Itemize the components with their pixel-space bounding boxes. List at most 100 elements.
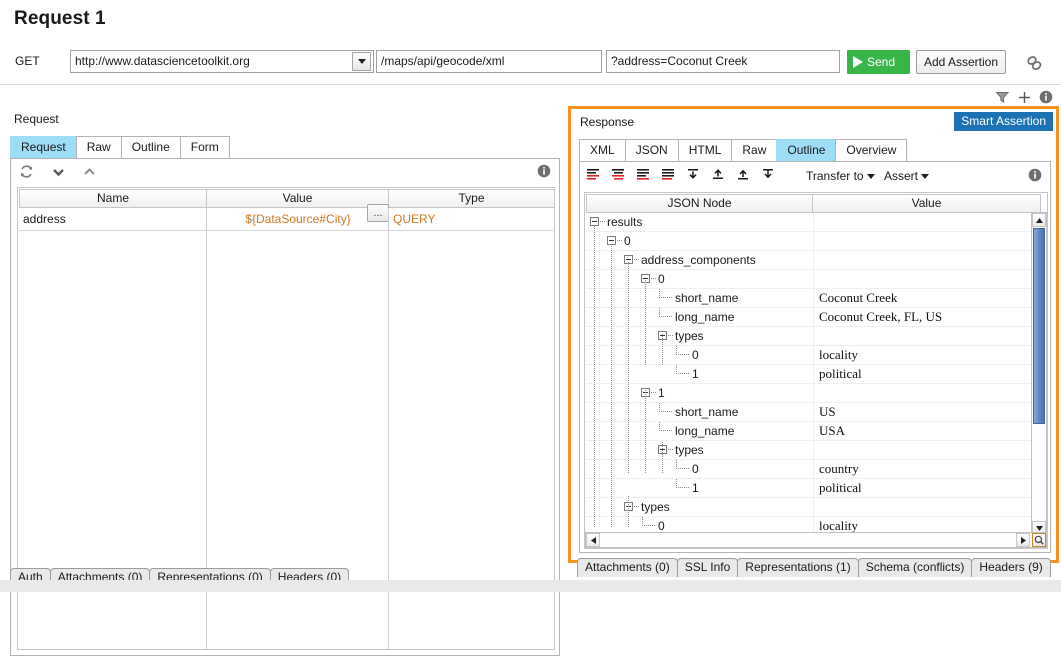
tree-value-cell[interactable]: political	[813, 365, 1041, 383]
column-header-value[interactable]: Value	[813, 194, 1041, 213]
tree-node-cell[interactable]: types	[586, 327, 813, 345]
tree-node-cell[interactable]: 0	[586, 346, 813, 364]
tree-node-cell[interactable]: types	[586, 441, 813, 459]
tree-node-cell[interactable]: results	[586, 213, 813, 231]
scroll-up-button[interactable]	[1032, 213, 1046, 227]
response-info-icon[interactable]	[1028, 168, 1042, 182]
tree-row[interactable]: types	[586, 327, 1041, 346]
smart-assertion-button[interactable]: Smart Assertion	[954, 112, 1053, 131]
assert-dropdown[interactable]: Assert	[884, 169, 929, 183]
align-right-icon[interactable]	[636, 167, 650, 181]
tree-value-cell[interactable]	[813, 270, 1041, 288]
query-string-input[interactable]: ?address=Coconut Creek	[606, 50, 840, 73]
column-header-name[interactable]: Name	[19, 189, 207, 208]
tab-request[interactable]: Request	[10, 136, 77, 158]
tree-value-cell[interactable]: US	[813, 403, 1041, 421]
tab-form[interactable]: Form	[180, 136, 230, 158]
tree-value-cell[interactable]	[813, 384, 1041, 402]
tree-row[interactable]: short_nameCoconut Creek	[586, 289, 1041, 308]
tree-node-cell[interactable]: 0	[586, 232, 813, 250]
tree-row[interactable]: long_nameCoconut Creek, FL, US	[586, 308, 1041, 327]
tree-row[interactable]: address_components	[586, 251, 1041, 270]
param-type-cell[interactable]: QUERY	[389, 212, 435, 226]
param-value-cell[interactable]: ${DataSource#City} ...	[207, 212, 389, 226]
tree-value-cell[interactable]: Coconut Creek	[813, 289, 1041, 307]
tree-row[interactable]: 1political	[586, 365, 1041, 384]
bottom-tab-headers[interactable]: Headers (9)	[971, 558, 1050, 577]
plus-icon[interactable]	[1018, 91, 1031, 104]
tree-row[interactable]: 1political	[586, 479, 1041, 498]
tree-value-cell[interactable]	[813, 251, 1041, 269]
column-header-value[interactable]: Value	[207, 189, 389, 208]
tree-value-cell[interactable]	[813, 441, 1041, 459]
endpoint-dropdown-button[interactable]	[352, 52, 371, 71]
align-justify-icon[interactable]	[661, 167, 675, 181]
bottom-tab-ssl-info[interactable]: SSL Info	[677, 558, 739, 577]
tree-value-cell[interactable]: Coconut Creek, FL, US	[813, 308, 1041, 326]
collapse-up-icon[interactable]	[711, 167, 725, 181]
collapse-down-icon[interactable]	[761, 167, 775, 181]
tab-outline[interactable]: Outline	[776, 139, 836, 161]
expand-down-icon[interactable]	[686, 167, 700, 181]
tab-xml[interactable]: XML	[579, 139, 626, 161]
endpoint-input[interactable]: http://www.datasciencetoolkit.org	[70, 50, 374, 73]
expand-up-icon[interactable]	[736, 167, 750, 181]
tab-raw[interactable]: Raw	[76, 136, 122, 158]
tree-row[interactable]: long_nameUSA	[586, 422, 1041, 441]
request-info-icon[interactable]	[537, 164, 551, 178]
tab-json[interactable]: JSON	[625, 139, 679, 161]
tree-node-cell[interactable]: 1	[586, 384, 813, 402]
tab-raw[interactable]: Raw	[731, 139, 777, 161]
tree-value-cell[interactable]	[813, 498, 1041, 516]
chain-link-icon[interactable]	[1024, 54, 1044, 75]
send-button[interactable]: Send	[847, 50, 910, 74]
chevron-up-icon[interactable]	[83, 167, 96, 177]
tree-node-cell[interactable]: short_name	[586, 403, 813, 421]
tree-node-cell[interactable]: 1	[586, 479, 813, 497]
tree-scroll-thumb[interactable]	[1033, 228, 1045, 424]
tree-row[interactable]: 0	[586, 270, 1041, 289]
tree-row[interactable]: 1	[586, 384, 1041, 403]
bottom-tab-attachments[interactable]: Attachments (0)	[577, 558, 678, 577]
tree-node-cell[interactable]: 0	[586, 270, 813, 288]
table-row[interactable]: address ${DataSource#City} ... QUERY	[19, 208, 555, 231]
tree-row[interactable]: types	[586, 441, 1041, 460]
column-header-type[interactable]: Type	[389, 189, 555, 208]
tab-html[interactable]: HTML	[678, 139, 733, 161]
tree-value-cell[interactable]	[813, 213, 1041, 231]
tree-node-cell[interactable]: 0	[586, 460, 813, 478]
tree-node-cell[interactable]: long_name	[586, 308, 813, 326]
tree-row[interactable]: 0locality	[586, 346, 1041, 365]
tree-row[interactable]: types	[586, 498, 1041, 517]
scroll-left-button[interactable]	[586, 533, 600, 547]
tree-value-cell[interactable]: locality	[813, 346, 1041, 364]
tree-value-cell[interactable]: country	[813, 460, 1041, 478]
column-header-json-node[interactable]: JSON Node	[586, 194, 813, 213]
collapse-expander-icon[interactable]	[590, 217, 599, 226]
tree-horizontal-scrollbar[interactable]	[585, 532, 1047, 548]
add-assertion-button[interactable]: Add Assertion	[916, 50, 1006, 74]
refresh-icon[interactable]	[19, 164, 34, 179]
tree-row[interactable]: short_nameUS	[586, 403, 1041, 422]
chevron-down-icon[interactable]	[52, 167, 65, 177]
tree-value-cell[interactable]: USA	[813, 422, 1041, 440]
tree-value-cell[interactable]: political	[813, 479, 1041, 497]
info-icon[interactable]	[1039, 90, 1053, 104]
tab-overview[interactable]: Overview	[835, 139, 907, 161]
tree-node-cell[interactable]: 1	[586, 365, 813, 383]
tree-vertical-scrollbar[interactable]	[1031, 212, 1047, 536]
tree-node-cell[interactable]: short_name	[586, 289, 813, 307]
zoom-corner-button[interactable]	[1032, 533, 1046, 547]
tree-node-cell[interactable]: long_name	[586, 422, 813, 440]
tree-row[interactable]: 0country	[586, 460, 1041, 479]
tree-row[interactable]: results	[586, 213, 1041, 232]
resource-path-input[interactable]: /maps/api/geocode/xml	[376, 50, 602, 73]
tree-node-cell[interactable]: address_components	[586, 251, 813, 269]
tree-row[interactable]: 0	[586, 232, 1041, 251]
transfer-to-dropdown[interactable]: Transfer to	[806, 169, 875, 183]
bottom-tab-schema[interactable]: Schema (conflicts)	[858, 558, 973, 577]
tree-value-cell[interactable]	[813, 232, 1041, 250]
param-name-cell[interactable]: address	[19, 212, 207, 226]
json-tree-rows[interactable]: results0address_components0short_nameCoc…	[586, 213, 1041, 536]
align-center-icon[interactable]	[611, 167, 625, 181]
